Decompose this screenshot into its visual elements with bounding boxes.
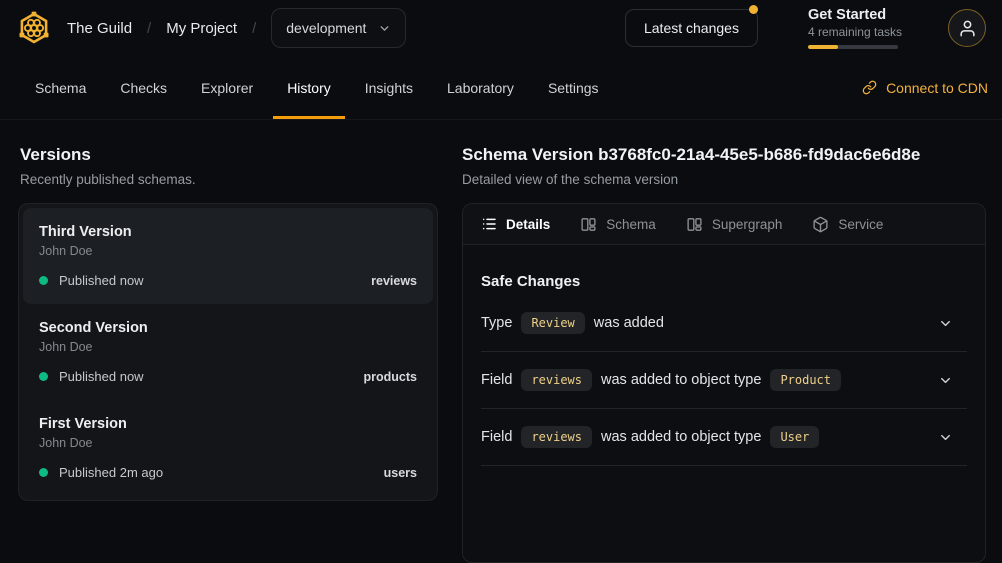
tab-settings[interactable]: Settings [534, 56, 613, 119]
get-started-title: Get Started [808, 7, 902, 23]
hive-logo-icon[interactable] [16, 10, 52, 46]
versions-subtitle: Recently published schemas. [20, 172, 438, 187]
link-icon [862, 80, 877, 95]
version-item-first[interactable]: First Version John Doe Published 2m ago … [23, 400, 433, 496]
tab-schema[interactable]: Schema [21, 56, 100, 119]
notification-dot [749, 5, 758, 14]
detail-tab-schema[interactable]: Schema [580, 216, 656, 233]
change-code-badge: reviews [521, 369, 592, 391]
progress-fill [808, 45, 838, 49]
breadcrumb-separator: / [252, 20, 256, 37]
chevron-down-icon [938, 316, 953, 331]
target-selector-value: development [286, 20, 366, 36]
detail-tab-label: Service [838, 217, 883, 232]
connect-to-cdn-label: Connect to CDN [886, 80, 988, 96]
connect-to-cdn-link[interactable]: Connect to CDN [862, 56, 988, 119]
detail-tabs: Details Schema [463, 204, 985, 245]
get-started-widget[interactable]: Get Started 4 remaining tasks [808, 7, 902, 49]
latest-changes-button[interactable]: Latest changes [625, 9, 758, 47]
breadcrumb-org[interactable]: The Guild [67, 20, 132, 37]
version-service: reviews [371, 274, 417, 288]
published-status-dot [39, 372, 48, 381]
safe-changes-title: Safe Changes [481, 273, 967, 290]
version-status: Published 2m ago [59, 465, 163, 480]
panels-icon [686, 216, 703, 233]
versions-list: Third Version John Doe Published now rev… [18, 203, 438, 501]
version-detail-title: Schema Version b3768fc0-21a4-45e5-b686-f… [462, 144, 986, 165]
tab-explorer[interactable]: Explorer [187, 56, 267, 119]
version-name: Third Version [39, 224, 417, 240]
version-detail-subtitle: Detailed view of the schema version [462, 172, 986, 187]
tab-history[interactable]: History [273, 56, 345, 119]
app-root: The Guild / My Project / development Lat… [0, 0, 1002, 563]
detail-tab-label: Schema [606, 217, 656, 232]
published-status-dot [39, 276, 48, 285]
change-prefix: Field [481, 372, 512, 388]
changes-section: Safe Changes Type Review was added Field… [463, 245, 985, 466]
main-content: Versions Recently published schemas. Thi… [0, 120, 1002, 563]
change-code-badge: Product [770, 369, 841, 391]
version-name: First Version [39, 416, 417, 432]
change-prefix: Type [481, 315, 512, 331]
breadcrumb-separator: / [147, 20, 151, 37]
detail-tab-details[interactable]: Details [481, 216, 550, 232]
version-item-third[interactable]: Third Version John Doe Published now rev… [23, 208, 433, 304]
breadcrumb-project[interactable]: My Project [166, 20, 237, 37]
version-detail-card: Details Schema [462, 203, 986, 563]
chevron-down-icon [938, 430, 953, 445]
version-service: products [364, 370, 417, 384]
version-author: John Doe [39, 244, 417, 258]
versions-panel: Versions Recently published schemas. Thi… [18, 144, 438, 563]
version-name: Second Version [39, 320, 417, 336]
change-prefix: Field [481, 429, 512, 445]
nav-tabs: Schema Checks Explorer History Insights … [21, 56, 613, 119]
change-middle: was added to object type [601, 429, 761, 445]
breadcrumb: The Guild / My Project / development [67, 8, 406, 48]
change-code-badge: reviews [521, 426, 592, 448]
get-started-progress-bar [808, 45, 898, 49]
version-detail-panel: Schema Version b3768fc0-21a4-45e5-b686-f… [462, 144, 986, 563]
change-row[interactable]: Field reviews was added to object type U… [481, 409, 967, 466]
chevron-down-icon [938, 373, 953, 388]
change-middle: was added to object type [601, 372, 761, 388]
user-icon [958, 19, 977, 38]
change-row[interactable]: Field reviews was added to object type P… [481, 352, 967, 409]
tab-checks[interactable]: Checks [106, 56, 181, 119]
detail-tab-service[interactable]: Service [812, 216, 883, 233]
change-middle: was added [594, 315, 664, 331]
version-status: Published now [59, 273, 144, 288]
detail-tab-supergraph[interactable]: Supergraph [686, 216, 783, 233]
change-row[interactable]: Type Review was added [481, 295, 967, 352]
header: The Guild / My Project / development Lat… [0, 0, 1002, 56]
detail-tab-label: Details [506, 217, 550, 232]
list-icon [481, 216, 497, 232]
version-author: John Doe [39, 340, 417, 354]
version-service: users [384, 466, 417, 480]
tab-insights[interactable]: Insights [351, 56, 427, 119]
version-status: Published now [59, 369, 144, 384]
change-code-badge: User [770, 426, 819, 448]
version-item-second[interactable]: Second Version John Doe Published now pr… [23, 304, 433, 400]
tab-laboratory[interactable]: Laboratory [433, 56, 528, 119]
versions-title: Versions [20, 144, 438, 165]
target-selector[interactable]: development [271, 8, 406, 48]
latest-changes-wrap: Latest changes [625, 9, 758, 47]
primary-nav: Schema Checks Explorer History Insights … [0, 56, 1002, 120]
detail-tab-label: Supergraph [712, 217, 783, 232]
get-started-subtitle: 4 remaining tasks [808, 25, 902, 39]
panels-icon [580, 216, 597, 233]
change-code-badge: Review [521, 312, 584, 334]
version-author: John Doe [39, 436, 417, 450]
user-avatar[interactable] [948, 9, 986, 47]
chevron-down-icon [378, 22, 391, 35]
published-status-dot [39, 468, 48, 477]
cube-icon [812, 216, 829, 233]
